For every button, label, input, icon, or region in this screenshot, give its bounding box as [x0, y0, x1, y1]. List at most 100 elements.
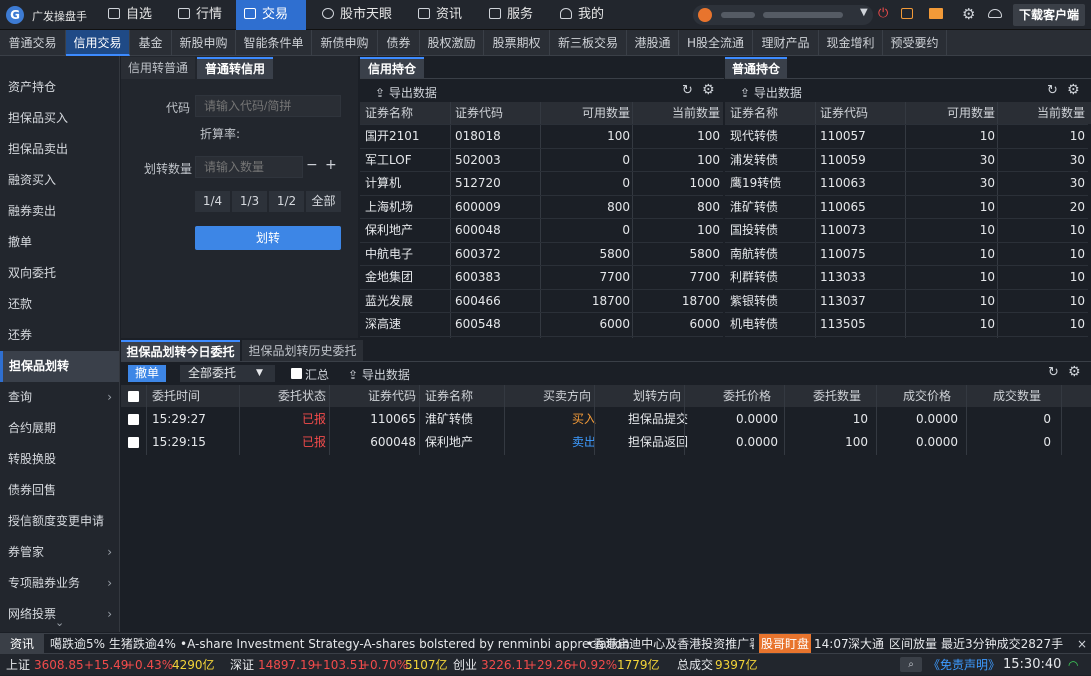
- ticker-news[interactable]: •A-share Investment Strategy-A-shares bo…: [180, 634, 630, 654]
- row-checkbox[interactable]: [128, 414, 139, 425]
- column-header[interactable]: 当前数量: [635, 102, 720, 124]
- table-row[interactable]: 国投转债 110073 10 10: [725, 219, 1088, 242]
- table-row[interactable]: 蓝光发展 600466 18700 18700: [360, 290, 723, 313]
- chevron-down-icon[interactable]: ⌄: [55, 616, 64, 629]
- sidebar-item-securities-butler[interactable]: 券管家 ›: [0, 537, 119, 568]
- cy-index-label[interactable]: 创业: [453, 654, 477, 676]
- column-header[interactable]: 买卖方向: [506, 385, 591, 407]
- column-header[interactable]: 可用数量: [910, 102, 995, 124]
- nav-quotes[interactable]: 行情: [170, 0, 230, 30]
- table-row[interactable]: 计算机 512720 0 1000: [360, 172, 723, 195]
- sidebar-item-repay[interactable]: 还款: [0, 289, 119, 320]
- table-row[interactable]: 上海机场 600009 800 800: [360, 196, 723, 219]
- export-normal-button[interactable]: ⇪ 导出数据: [740, 84, 802, 101]
- column-header[interactable]: 成交价格: [866, 385, 951, 407]
- column-header[interactable]: 证券代码: [455, 102, 503, 124]
- tab-h-share[interactable]: H股全流通: [679, 30, 753, 56]
- fraction-quarter-button[interactable]: 1/4: [195, 191, 230, 212]
- decrement-button[interactable]: −: [306, 157, 318, 173]
- sidebar-item-bond-putback[interactable]: 债券回售: [0, 475, 119, 506]
- sidebar-item-positions[interactable]: 资产持仓: [0, 72, 119, 103]
- sidebar-item-conversion[interactable]: 转股换股: [0, 444, 119, 475]
- ticker-stock[interactable]: 深大通: [848, 634, 884, 654]
- tab-normal-trade[interactable]: 普通交易: [0, 30, 66, 56]
- tab-bond[interactable]: 债券: [378, 30, 420, 56]
- gear-icon[interactable]: ⚙: [1068, 364, 1081, 380]
- column-header[interactable]: 委托状态: [241, 385, 326, 407]
- fraction-all-button[interactable]: 全部: [306, 191, 341, 212]
- quantity-input[interactable]: [195, 156, 303, 178]
- tab-wealth[interactable]: 理财产品: [753, 30, 819, 56]
- table-row[interactable]: 金地集团 600383 7700 7700: [360, 266, 723, 289]
- nav-news[interactable]: 资讯: [410, 0, 470, 30]
- table-row[interactable]: 中航电子 600372 5800 5800: [360, 243, 723, 266]
- table-row[interactable]: 深高速 600548 6000 6000: [360, 313, 723, 336]
- tab-ipo[interactable]: 新股申购: [172, 30, 236, 56]
- tab-credit-trade[interactable]: 信用交易: [66, 30, 130, 56]
- transfer-submit-button[interactable]: 划转: [195, 226, 341, 250]
- summary-checkbox[interactable]: [291, 368, 302, 379]
- column-header[interactable]: 划转方向: [596, 385, 681, 407]
- table-row[interactable]: 15:29:27 已报 110065 淮矿转债 买入 担保品提交 0.0000 10 0.000…: [121, 408, 1091, 431]
- table-row[interactable]: 利群转债 113033 10 10: [725, 266, 1088, 289]
- code-input[interactable]: [195, 95, 341, 117]
- refresh-icon[interactable]: ↻: [682, 83, 693, 98]
- ticker-news[interactable]: •香港启迪中心及香港投资推广署: [586, 634, 754, 654]
- table-row[interactable]: 淮矿转债 110065 10 20: [725, 196, 1088, 219]
- gear-icon[interactable]: ⚙: [702, 82, 715, 98]
- download-client-button[interactable]: 下载客户端: [1013, 4, 1085, 26]
- column-header[interactable]: 证券代码: [820, 102, 868, 124]
- sidebar-item-two-way[interactable]: 双向委托: [0, 258, 119, 289]
- nav-trade[interactable]: 交易: [236, 0, 306, 30]
- sidebar-item-extension[interactable]: 合约展期: [0, 413, 119, 444]
- table-row[interactable]: 现代转债 110057 10 10: [725, 125, 1088, 148]
- sidebar-item-collateral-sell[interactable]: 担保品卖出: [0, 134, 119, 165]
- sidebar-item-credit-limit-change[interactable]: 授信额度变更申请: [0, 506, 119, 537]
- chevron-down-icon[interactable]: ▼: [860, 7, 868, 18]
- table-row[interactable]: 鹰19转债 110063 30 30: [725, 172, 1088, 195]
- ticker-news[interactable]: 噶跌逾5% 生猪跌逾4%: [50, 634, 176, 654]
- tab-smart-order[interactable]: 智能条件单: [236, 30, 312, 56]
- sidebar-item-cancel[interactable]: 撤单: [0, 227, 119, 258]
- column-header[interactable]: 证券名称: [425, 385, 473, 407]
- tab-today-orders[interactable]: 担保品划转今日委托: [121, 340, 240, 362]
- sidebar-item-special-lending[interactable]: 专项融券业务 ›: [0, 568, 119, 599]
- tab-history-orders[interactable]: 担保品划转历史委托: [242, 340, 363, 362]
- lock-icon[interactable]: [901, 8, 913, 19]
- column-header[interactable]: 证券名称: [730, 102, 778, 124]
- power-icon[interactable]: ⏻: [878, 6, 888, 21]
- sidebar-item-query[interactable]: 查询 ›: [0, 382, 119, 413]
- column-header[interactable]: 委托数量: [776, 385, 861, 407]
- sh-index-label[interactable]: 上证: [6, 654, 30, 676]
- headset-icon[interactable]: [988, 9, 1002, 18]
- table-row[interactable]: 紫银转债 113037 10 10: [725, 290, 1088, 313]
- order-filter-select[interactable]: 全部委托 ▼: [180, 365, 275, 382]
- tab-credit-to-normal[interactable]: 信用转普通: [121, 57, 195, 79]
- sz-index-label[interactable]: 深证: [230, 654, 254, 676]
- column-header[interactable]: 委托时间: [152, 385, 200, 407]
- table-row[interactable]: 15:29:15 已报 600048 保利地产 卖出 担保品返回 0.0000 100 0.00…: [121, 431, 1091, 454]
- sidebar-item-return-securities[interactable]: 还券: [0, 320, 119, 351]
- refresh-icon[interactable]: ↻: [1047, 83, 1058, 98]
- account-selector[interactable]: [693, 5, 873, 25]
- table-row[interactable]: 南航转债 110075 10 10: [725, 243, 1088, 266]
- column-header[interactable]: 当前数量: [1000, 102, 1085, 124]
- fraction-half-button[interactable]: 1/2: [269, 191, 304, 212]
- search-icon[interactable]: ⌕: [900, 657, 922, 672]
- table-row[interactable]: 机电转债 113505 10 10: [725, 313, 1088, 336]
- column-header[interactable]: 委托价格: [686, 385, 771, 407]
- column-header[interactable]: 可用数量: [545, 102, 630, 124]
- export-orders-button[interactable]: ⇪ 导出数据: [348, 366, 410, 383]
- fraction-third-button[interactable]: 1/3: [232, 191, 267, 212]
- column-header[interactable]: 成交数量: [956, 385, 1041, 407]
- table-row[interactable]: 军工LOF 502003 0 100: [360, 149, 723, 172]
- nav-mine[interactable]: 我的: [552, 0, 612, 30]
- row-checkbox[interactable]: [128, 437, 139, 448]
- gear-icon[interactable]: ⚙: [962, 5, 975, 23]
- nav-tianyan[interactable]: 股市天眼: [314, 0, 400, 30]
- gear-icon[interactable]: ⚙: [1067, 82, 1080, 98]
- column-header[interactable]: 证券代码: [331, 385, 416, 407]
- table-row[interactable]: 浦发转债 110059 30 30: [725, 149, 1088, 172]
- cancel-order-button[interactable]: 撤单: [128, 365, 166, 382]
- table-row[interactable]: 国开2101 018018 100 100: [360, 125, 723, 148]
